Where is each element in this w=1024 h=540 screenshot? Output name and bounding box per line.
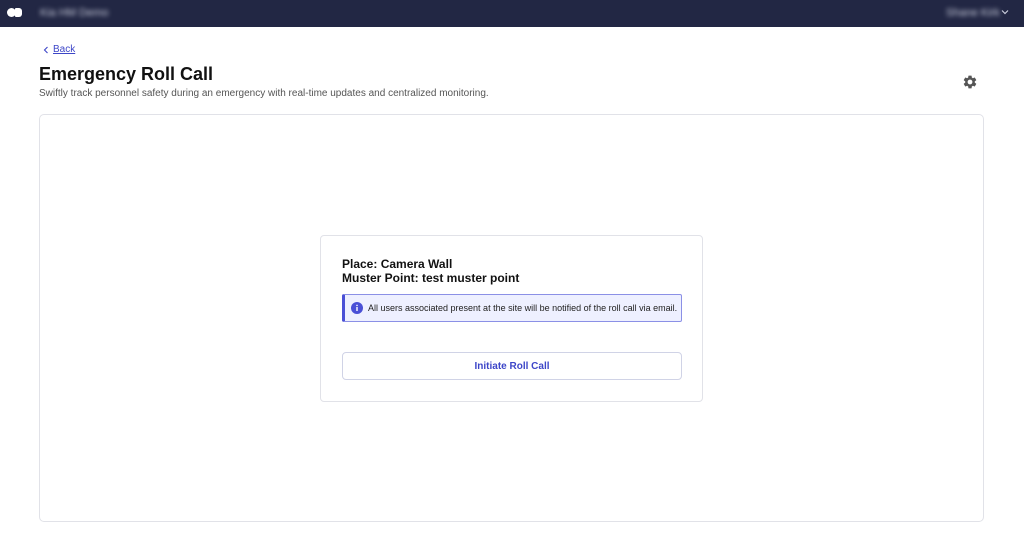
page-title: Emergency Roll Call <box>39 64 214 84</box>
place-label: Place: Camera Wall <box>342 257 453 271</box>
logo-icon[interactable] <box>7 8 22 17</box>
page-subtitle: Swiftly track personnel safety during an… <box>39 88 489 99</box>
back-link[interactable]: Back <box>43 44 75 55</box>
roll-call-card: Place: Camera Wall Muster Point: test mu… <box>320 235 703 402</box>
top-navigation-bar: Kia HM Demo Shane Kirk <box>0 0 1024 27</box>
user-name[interactable]: Shane Kirk <box>946 7 1000 19</box>
chevron-left-icon <box>43 46 48 53</box>
chevron-down-icon[interactable] <box>1001 9 1009 15</box>
info-message: All users associated present at the site… <box>368 303 678 313</box>
back-label: Back <box>53 44 76 55</box>
info-icon <box>351 302 363 314</box>
info-banner: All users associated present at the site… <box>342 294 682 322</box>
muster-point-label: Muster Point: test muster point <box>342 271 520 285</box>
initiate-roll-call-button[interactable]: Initiate Roll Call <box>342 352 682 380</box>
organization-name[interactable]: Kia HM Demo <box>40 7 108 19</box>
gear-icon[interactable] <box>962 74 978 90</box>
